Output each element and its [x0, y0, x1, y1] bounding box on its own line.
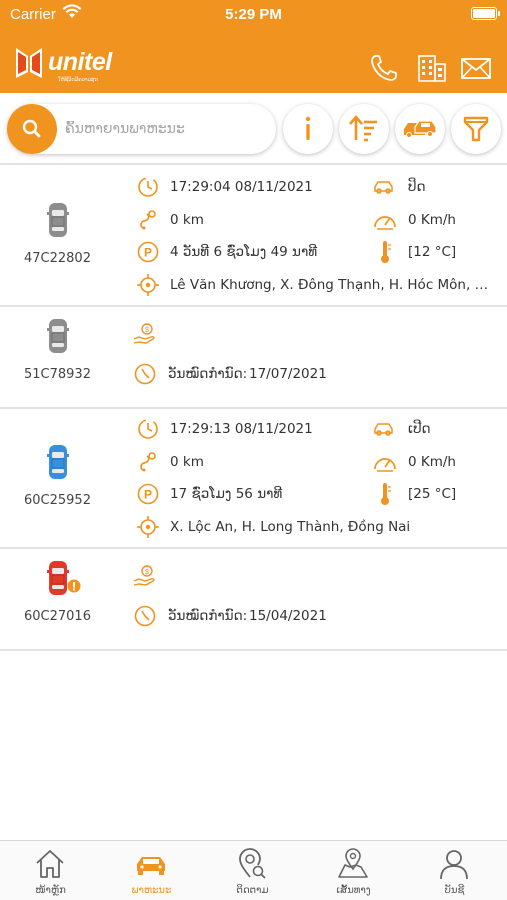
vehicle-car-icon — [0, 559, 115, 601]
tab-label: ພາຫະນະ — [131, 885, 172, 896]
engine-status: ເປີດ — [408, 421, 431, 437]
building-icon[interactable] — [416, 52, 448, 84]
search-icon — [22, 119, 41, 138]
search-input[interactable] — [65, 118, 265, 140]
tab-label: ບັນຊີ — [444, 885, 465, 896]
address: X. Lộc An, H. Long Thành, Đồng Nai — [170, 519, 411, 535]
distance: 0 km — [170, 454, 204, 470]
home-icon — [36, 850, 64, 878]
expiry-icon — [134, 363, 156, 385]
car-top-icon — [46, 319, 69, 353]
speedometer-icon — [374, 216, 396, 230]
status-bar: Carrier 5:29 PM — [0, 0, 507, 30]
car-top-icon — [46, 203, 69, 237]
divider — [0, 649, 507, 651]
search-button[interactable] — [7, 104, 57, 154]
thermometer-icon — [381, 241, 391, 263]
bottom-tab-bar: ໜ້າຫຼັກ ພາຫະນະ ຕິດຕາມ ເສັ້ນທາງ ບັນຊີ — [0, 840, 507, 900]
vehicle-plate: 51C78932 — [24, 367, 91, 382]
vehicle-car-icon — [0, 443, 115, 485]
clock-icon — [138, 177, 158, 197]
car-status-icon — [374, 181, 393, 194]
clock-icon — [138, 419, 158, 439]
mail-icon[interactable] — [460, 52, 492, 84]
vehicles-button[interactable] — [395, 104, 445, 154]
sort-button[interactable] — [339, 104, 389, 154]
vehicle-plate: 47C22802 — [24, 251, 91, 266]
address: Lê Văn Khương, X. Đông Thạnh, H. Hóc Môn… — [170, 277, 495, 293]
car-status-icon — [374, 423, 393, 436]
expiry-label: ວັນໝົດກຳນົດ: — [168, 608, 248, 624]
speed: 0 Km/h — [408, 454, 456, 470]
warning-icon — [67, 579, 81, 593]
svg-text:P: P — [144, 246, 152, 260]
distance-icon — [140, 452, 156, 472]
speedometer-icon — [374, 458, 396, 472]
tab-label: ຕິດຕາມ — [236, 885, 269, 896]
vehicle-card[interactable]: 47C22802 17:29:04 08/11/2021 ປິດ 0 km 0 … — [0, 165, 507, 305]
payment-icon: $ — [133, 565, 155, 586]
app-header: Carrier 5:29 PM unitel ໃຫ້ຊີວິດມີຄວາມສຸກ — [0, 0, 507, 93]
distance: 0 km — [170, 212, 204, 228]
payment-icon: $ — [133, 323, 155, 344]
logo-subtext: ໃຫ້ຊີວິດມີຄວາມສຸກ — [58, 77, 98, 83]
tab-home[interactable]: ໜ້າຫຼັກ — [0, 841, 101, 900]
tab-label: ເສັ້ນທາງ — [336, 885, 371, 896]
logo-text: unitel — [48, 48, 112, 76]
temperature: [25 °C] — [408, 486, 457, 502]
location-icon — [137, 274, 159, 296]
vehicle-card[interactable]: 60C25952 17:29:13 08/11/2021 ເປີດ 0 km 0… — [0, 409, 507, 547]
filter-button[interactable] — [451, 104, 501, 154]
vehicle-card[interactable]: 51C78932 $ ວັນໝົດກຳນົດ: 17/07/2021 — [0, 307, 507, 407]
route-icon — [338, 848, 368, 878]
speed: 0 Km/h — [408, 212, 456, 228]
thermometer-icon — [381, 483, 391, 505]
vehicle-car-icon — [0, 317, 115, 359]
svg-text:P: P — [144, 488, 152, 502]
distance-icon — [140, 210, 156, 230]
location-icon — [137, 516, 159, 538]
last-update-time: 17:29:13 08/11/2021 — [170, 421, 313, 437]
unitel-logo: unitel ໃຫ້ຊີວິດມີຄວາມສຸກ — [14, 42, 124, 90]
car-icon — [137, 857, 165, 875]
account-icon — [440, 850, 468, 880]
vehicles-icon — [404, 120, 437, 138]
vehicle-plate: 60C27016 — [24, 609, 91, 624]
last-update-time: 17:29:04 08/11/2021 — [170, 179, 313, 195]
phone-icon[interactable] — [368, 52, 400, 84]
vehicle-card[interactable]: 60C27016 $ ວັນໝົດກຳນົດ: 15/04/2021 — [0, 549, 507, 649]
track-icon — [239, 848, 266, 879]
temperature: [12 °C] — [408, 244, 457, 260]
car-top-icon — [46, 445, 69, 479]
sort-icon — [349, 115, 377, 142]
expiry-date: 17/07/2021 — [249, 366, 327, 382]
tab-label: ໜ້າຫຼັກ — [35, 885, 66, 896]
svg-text:$: $ — [145, 569, 149, 576]
info-button[interactable] — [283, 104, 333, 154]
parked-duration: 17 ຊົ່ວໂມງ 56 ນາທີ — [170, 486, 283, 502]
search-bar — [7, 104, 276, 154]
clock: 5:29 PM — [225, 6, 282, 23]
expiry-label: ວັນໝົດກຳນົດ: — [168, 366, 248, 382]
battery-icon — [471, 7, 500, 20]
parking-icon: P — [137, 241, 159, 263]
expiry-icon — [134, 605, 156, 627]
tab-track[interactable]: ຕິດຕາມ — [202, 841, 303, 900]
tab-route[interactable]: ເສັ້ນທາງ — [303, 841, 404, 900]
vehicle-plate: 60C25952 — [24, 493, 91, 508]
svg-text:$: $ — [145, 327, 149, 334]
filter-icon — [463, 116, 489, 142]
search-toolbar — [0, 104, 507, 156]
vehicle-car-icon — [0, 201, 115, 243]
engine-status: ປິດ — [408, 179, 426, 195]
tab-account[interactable]: ບັນຊີ — [404, 841, 505, 900]
info-icon — [305, 116, 311, 140]
parked-duration: 4 ວັນທີ 6 ຊົ່ວໂມງ 49 ນາທີ — [170, 244, 318, 260]
parking-icon: P — [137, 483, 159, 505]
car-top-icon — [46, 561, 69, 595]
tab-vehicles[interactable]: ພາຫະນະ — [101, 841, 202, 900]
expiry-date: 15/04/2021 — [249, 608, 327, 624]
